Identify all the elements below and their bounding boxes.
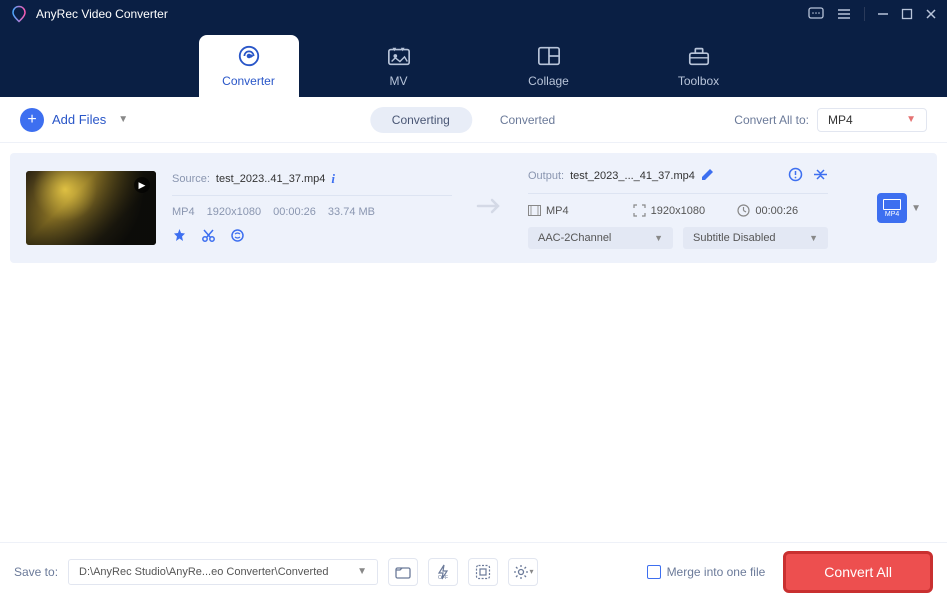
output-filename: test_2023_..._41_37.mp4 (570, 170, 695, 182)
app-logo-icon (10, 5, 28, 23)
close-icon[interactable] (925, 8, 937, 20)
merge-checkbox[interactable]: Merge into one file (647, 565, 766, 579)
cut-icon[interactable] (201, 228, 216, 246)
convert-all-to: Convert All to: MP4 ▼ (734, 108, 927, 132)
app-title: AnyRec Video Converter (36, 7, 168, 21)
checkbox-icon (647, 565, 661, 579)
convert-all-button[interactable]: Convert All (783, 551, 933, 593)
tab-label: Collage (528, 74, 569, 88)
output-format: MP4 (546, 205, 569, 217)
task-schedule-button[interactable] (468, 558, 498, 586)
plus-icon: + (20, 108, 44, 132)
source-label: Source: (172, 173, 210, 185)
tab-mv[interactable]: MV (349, 35, 449, 97)
window-controls (808, 7, 937, 21)
chevron-down-icon: ▼ (118, 114, 128, 125)
mv-icon (387, 44, 411, 68)
convert-all-to-label: Convert All to: (734, 113, 809, 127)
converter-icon (237, 44, 261, 68)
info-icon[interactable]: i (331, 171, 335, 187)
tab-label: Toolbox (678, 74, 719, 88)
save-to-label: Save to: (14, 565, 58, 579)
play-icon: ▶ (134, 177, 150, 193)
open-folder-button[interactable] (388, 558, 418, 586)
tab-label: Converter (222, 74, 275, 88)
work-area: ▶ Source: test_2023..41_37.mp4 i MP4 192… (0, 153, 947, 263)
source-info: Source: test_2023..41_37.mp4 i MP4 1920x… (172, 171, 452, 246)
edit-icon[interactable] (172, 228, 187, 246)
chevron-down-icon: ▾ (530, 567, 534, 576)
chevron-down-icon: ▼ (911, 203, 921, 214)
output-info: Output: test_2023_..._41_37.mp4 MP4 1920… (528, 167, 828, 249)
svg-text:OFF: OFF (438, 575, 448, 580)
output-format-button[interactable]: MP4 ▼ (877, 193, 921, 223)
subtitle-value: Subtitle Disabled (693, 232, 776, 244)
merge-label: Merge into one file (667, 565, 766, 579)
add-files-label: Add Files (52, 112, 106, 127)
tab-collage[interactable]: Collage (499, 35, 599, 97)
sub-tabs: Converting Converted (370, 107, 577, 133)
subbar: + Add Files ▼ Converting Converted Conve… (0, 97, 947, 143)
output-duration: 00:00:26 (755, 205, 798, 217)
menu-icon[interactable] (836, 7, 852, 21)
save-path-value: D:\AnyRec Studio\AnyRe...eo Converter\Co… (79, 566, 328, 578)
tab-converted[interactable]: Converted (478, 107, 577, 133)
source-filename: test_2023..41_37.mp4 (216, 173, 325, 185)
arrow-right-icon (476, 196, 504, 221)
feedback-icon[interactable] (808, 7, 824, 21)
settings-button[interactable]: ▾ (508, 558, 538, 586)
source-duration: 00:00:26 (273, 206, 316, 218)
format-badge-text: MP4 (885, 211, 899, 218)
target-format-select[interactable]: MP4 ▼ (817, 108, 927, 132)
source-resolution: 1920x1080 (207, 206, 261, 218)
compress-icon[interactable] (813, 167, 828, 185)
tab-toolbox[interactable]: Toolbox (649, 35, 749, 97)
chevron-down-icon: ▼ (906, 114, 916, 125)
audio-value: AAC-2Channel (538, 232, 611, 244)
save-path-select[interactable]: D:\AnyRec Studio\AnyRe...eo Converter\Co… (68, 559, 378, 585)
video-thumbnail[interactable]: ▶ (26, 171, 156, 245)
collage-icon (537, 44, 561, 68)
bottombar: Save to: D:\AnyRec Studio\AnyRe...eo Con… (0, 542, 947, 600)
tab-converter[interactable]: Converter (199, 35, 299, 97)
source-format: MP4 (172, 206, 195, 218)
toolbox-icon (687, 44, 711, 68)
hardware-accel-button[interactable]: OFF (428, 558, 458, 586)
chevron-down-icon: ▼ (809, 233, 818, 243)
metadata-icon[interactable] (788, 167, 803, 185)
output-label: Output: (528, 170, 564, 182)
chevron-down-icon: ▼ (357, 566, 367, 577)
titlebar: AnyRec Video Converter (0, 0, 947, 27)
file-item: ▶ Source: test_2023..41_37.mp4 i MP4 192… (10, 153, 937, 263)
maximize-icon[interactable] (901, 8, 913, 20)
format-badge-icon: MP4 (877, 193, 907, 223)
subtitle-select[interactable]: Subtitle Disabled ▼ (683, 227, 828, 249)
minimize-icon[interactable] (877, 8, 889, 20)
output-resolution: 1920x1080 (651, 205, 705, 217)
target-format-value: MP4 (828, 113, 853, 127)
audio-select[interactable]: AAC-2Channel ▼ (528, 227, 673, 249)
chevron-down-icon: ▼ (654, 233, 663, 243)
add-files-button[interactable]: + Add Files ▼ (20, 108, 128, 132)
source-size: 33.74 MB (328, 206, 375, 218)
tab-label: MV (390, 74, 408, 88)
edit-name-icon[interactable] (701, 168, 714, 184)
enhance-icon[interactable] (230, 228, 245, 246)
main-nav: Converter MV Collage Toolbox (0, 27, 947, 97)
tab-converting[interactable]: Converting (370, 107, 472, 133)
